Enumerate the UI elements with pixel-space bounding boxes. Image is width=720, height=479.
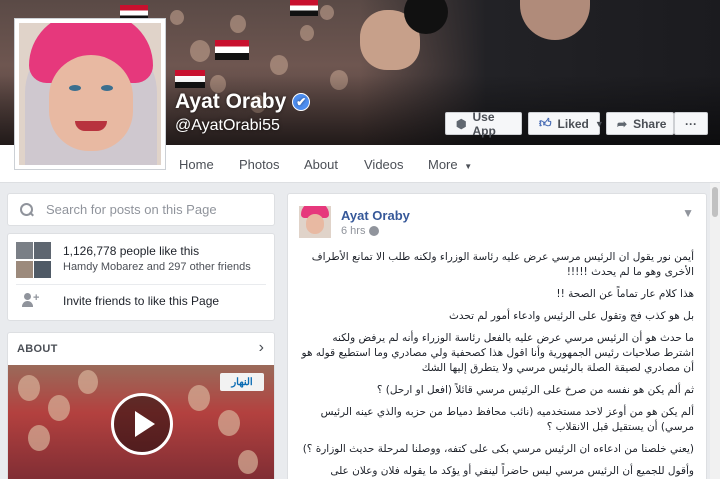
share-button[interactable]: ➦ Share xyxy=(606,112,674,135)
tab-more-label: More xyxy=(428,157,458,172)
about-video[interactable]: النهار xyxy=(8,365,274,479)
page-handle[interactable]: @AyatOrabi55 xyxy=(175,117,280,135)
plus-icon: + xyxy=(33,292,40,304)
use-app-button[interactable]: ⬢ Use App xyxy=(445,109,522,138)
eye xyxy=(69,85,81,91)
post-paragraph: وأقول للجميع أن الرئيس مرسي ليس حاضراً ل… xyxy=(330,465,694,477)
scrollbar-thumb[interactable] xyxy=(712,187,718,217)
chevron-down-icon[interactable]: ▼ xyxy=(682,206,694,220)
chevron-right-icon[interactable]: › xyxy=(259,339,264,357)
mouth xyxy=(75,121,107,131)
about-panel: ABOUT › النهار xyxy=(7,332,275,479)
page-name-text[interactable]: Ayat Oraby xyxy=(175,90,286,114)
friends-like-text[interactable]: Hamdy Mobarez and 297 other friends xyxy=(63,261,251,273)
profile-picture[interactable] xyxy=(14,18,166,170)
channel-logo: النهار xyxy=(220,373,264,391)
page-name[interactable]: Ayat Oraby ✔ xyxy=(175,90,311,114)
globe-icon xyxy=(369,226,380,236)
share-label: Share xyxy=(633,116,667,131)
share-arrow-icon: ➦ xyxy=(617,116,628,131)
chevron-down-icon: ▼ xyxy=(594,118,604,129)
liked-label: Liked xyxy=(557,116,589,131)
more-options-button[interactable]: ··· xyxy=(674,112,708,135)
tab-photos[interactable]: Photos xyxy=(239,157,279,172)
about-header[interactable]: ABOUT xyxy=(17,343,58,355)
tab-home[interactable]: Home xyxy=(179,157,214,172)
post-card: Ayat Oraby 6 hrs ▼ أيمن نور يقول ان الرئ… xyxy=(287,193,707,479)
post-paragraph: ما حدث هو أن الرئيس مرسي عرض عليه بالفعل… xyxy=(301,332,694,374)
invite-friends-link[interactable]: Invite friends to like this Page xyxy=(63,294,219,308)
search-input[interactable]: Search for posts on this Page xyxy=(46,202,217,217)
tab-about[interactable]: About xyxy=(304,157,338,172)
friends-thumbnails[interactable] xyxy=(16,242,52,278)
post-paragraph: أيمن نور يقول ان الرئيس مرسي عرض عليه رئ… xyxy=(311,251,694,278)
liked-button[interactable]: 👍︎ Liked ▼ xyxy=(528,112,604,135)
post-paragraph: بل هو كذب فج وتقول على الرئيس وادعاء أمو… xyxy=(448,310,694,322)
use-app-label: Use App xyxy=(472,109,496,138)
post-avatar[interactable] xyxy=(299,206,331,238)
post-body: أيمن نور يقول ان الرئيس مرسي عرض عليه رئ… xyxy=(299,250,694,479)
search-posts-box[interactable]: Search for posts on this Page xyxy=(7,193,275,226)
verified-badge-icon: ✔ xyxy=(292,93,311,111)
chevron-down-icon: ▼ xyxy=(464,162,473,171)
profile-photo xyxy=(19,23,161,165)
likes-panel: 1,126,778 people like this Hamdy Mobarez… xyxy=(7,233,275,321)
tab-more[interactable]: More ▼ xyxy=(428,157,472,172)
scrollbar[interactable] xyxy=(710,183,720,479)
post-paragraph: ثم ألم يكن هو نفسه من صرخ على الرئيس مرس… xyxy=(376,384,694,396)
search-icon xyxy=(20,202,34,217)
likes-count[interactable]: 1,126,778 people like this xyxy=(63,244,199,258)
more-options-dots: ··· xyxy=(685,116,697,131)
post-paragraph: (يعني خلصنا من ادعاءه ان الرئيس مرسي بكى… xyxy=(302,443,694,455)
play-icon[interactable] xyxy=(111,393,173,455)
face xyxy=(49,55,133,151)
cube-icon: ⬢ xyxy=(456,116,467,131)
post-timestamp[interactable]: 6 hrs xyxy=(341,225,380,237)
eye xyxy=(101,85,113,91)
post-author[interactable]: Ayat Oraby xyxy=(341,208,410,223)
post-paragraph: هذا كلام عار تماماً عن الصحة !! xyxy=(556,288,694,300)
thumbs-up-icon: 👍︎ xyxy=(539,116,552,130)
tab-videos[interactable]: Videos xyxy=(364,157,404,172)
post-time-text: 6 hrs xyxy=(341,225,366,237)
divider xyxy=(16,284,266,285)
post-paragraph: ألم يكن هو من أوعز لاحد مستخدميه (نائب م… xyxy=(320,406,694,433)
